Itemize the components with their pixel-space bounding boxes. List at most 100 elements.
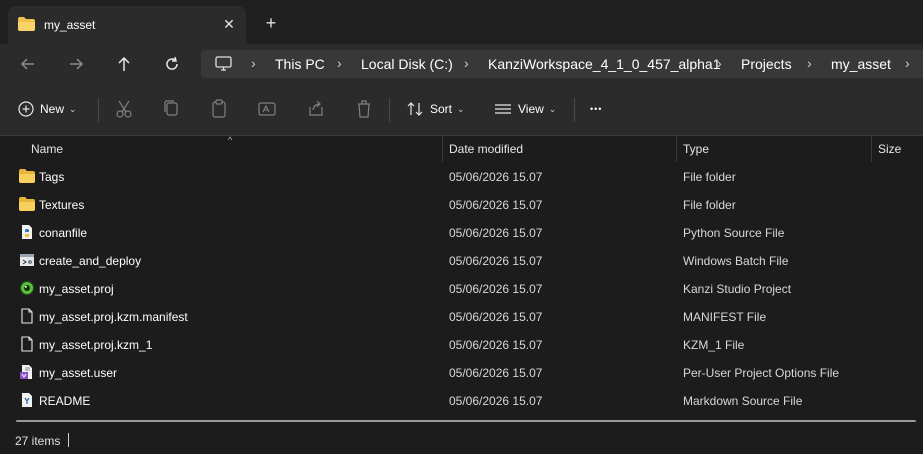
folder-icon	[18, 17, 35, 31]
file-type: MANIFEST File	[683, 310, 767, 324]
toolbar-divider	[574, 98, 575, 122]
chevron-down-icon: ⌄	[457, 103, 465, 114]
column-header-size[interactable]: Size	[878, 142, 901, 156]
file-name: my_asset.proj	[39, 282, 114, 296]
toolbar-divider	[389, 98, 390, 122]
new-tab-icon[interactable]: +	[262, 14, 280, 32]
breadcrumb-separator[interactable]: ›	[337, 55, 342, 71]
sort-icon	[407, 102, 423, 116]
batch-file-icon	[20, 254, 34, 266]
tab-strip: my_asset ✕ +	[0, 0, 923, 44]
file-name: my_asset.proj.kzm_1	[39, 338, 153, 352]
file-name: my_asset.proj.kzm.manifest	[39, 310, 188, 324]
view-button[interactable]: View ⌄	[494, 98, 556, 120]
status-bar: 27 items	[0, 428, 923, 454]
breadcrumb-separator[interactable]: ›	[807, 55, 812, 71]
file-row[interactable]: create_and_deploy 05/06/2026 15.07 Windo…	[0, 246, 923, 274]
close-tab-icon[interactable]: ✕	[220, 15, 238, 33]
file-name: create_and_deploy	[39, 254, 142, 268]
breadcrumb-my-asset[interactable]: my_asset	[831, 56, 891, 72]
file-date: 05/06/2026 15.07	[449, 366, 543, 380]
user-options-file-icon	[20, 365, 32, 379]
file-row[interactable]: README 05/06/2026 15.07 Markdown Source …	[0, 386, 923, 414]
column-divider[interactable]	[442, 136, 443, 162]
breadcrumb-separator[interactable]: ›	[717, 55, 722, 71]
new-label: New	[40, 102, 65, 116]
address-bar[interactable]: › This PC › Local Disk (C:) › KanziWorks…	[201, 50, 923, 78]
paste-icon[interactable]	[210, 98, 228, 120]
column-header-row: ^ Name Date modified Type Size	[0, 135, 923, 162]
column-divider[interactable]	[676, 136, 677, 162]
folder-icon	[19, 197, 35, 211]
refresh-icon[interactable]	[162, 54, 182, 74]
plus-circle-icon	[18, 101, 34, 117]
sort-label: Sort	[430, 102, 453, 116]
navigation-bar: › This PC › Local Disk (C:) › KanziWorks…	[0, 44, 923, 84]
column-header-type[interactable]: Type	[683, 142, 709, 156]
file-date: 05/06/2026 15.07	[449, 310, 543, 324]
breadcrumb-projects[interactable]: Projects	[741, 56, 792, 72]
folder-icon	[19, 169, 35, 183]
share-icon[interactable]	[307, 98, 325, 120]
file-row[interactable]: Tags 05/06/2026 15.07 File folder	[0, 162, 923, 190]
column-divider[interactable]	[871, 136, 872, 162]
tab-my-asset[interactable]: my_asset ✕	[8, 6, 246, 44]
breadcrumb-separator[interactable]: ›	[905, 55, 910, 71]
kanzi-project-icon	[19, 280, 35, 296]
file-row[interactable]: my_asset.proj.kzm.manifest 05/06/2026 15…	[0, 302, 923, 330]
horizontal-scrollbar[interactable]	[16, 420, 916, 422]
file-name: conanfile	[39, 226, 88, 240]
file-date: 05/06/2026 15.07	[449, 226, 543, 240]
python-file-icon	[22, 225, 32, 239]
file-type: Kanzi Studio Project	[683, 282, 792, 296]
computer-icon	[215, 56, 232, 71]
markdown-file-icon	[22, 393, 32, 407]
column-header-name[interactable]: Name	[31, 142, 63, 156]
more-options-icon[interactable]: •••	[590, 98, 602, 120]
breadcrumb-local-disk[interactable]: Local Disk (C:)	[361, 56, 453, 72]
forward-arrow-icon[interactable]	[66, 54, 86, 74]
file-type: File folder	[683, 198, 736, 212]
sort-ascending-icon: ^	[228, 135, 233, 145]
cut-icon[interactable]	[115, 98, 133, 120]
file-icon	[21, 336, 33, 352]
sort-button[interactable]: Sort ⌄	[406, 98, 465, 120]
file-name: my_asset.user	[39, 366, 118, 380]
file-name: Textures	[39, 198, 85, 212]
column-header-date-modified[interactable]: Date modified	[449, 142, 523, 156]
chevron-down-icon: ⌄	[69, 103, 77, 114]
copy-icon[interactable]	[162, 98, 180, 120]
file-date: 05/06/2026 15.07	[449, 170, 543, 184]
file-type: File folder	[683, 170, 736, 184]
delete-icon[interactable]	[355, 98, 373, 120]
file-type: Python Source File	[683, 226, 785, 240]
chevron-down-icon: ⌄	[548, 103, 557, 114]
breadcrumb-kanzi-workspace[interactable]: KanziWorkspace_4_1_0_457_alpha1	[488, 56, 720, 72]
breadcrumb-this-pc[interactable]: This PC	[275, 56, 325, 72]
file-row[interactable]: my_asset.proj 05/06/2026 15.07 Kanzi Stu…	[0, 274, 923, 302]
rename-icon[interactable]	[258, 98, 276, 120]
file-date: 05/06/2026 15.07	[449, 338, 543, 352]
file-type: Windows Batch File	[683, 254, 789, 268]
tab-title: my_asset	[44, 18, 96, 32]
back-arrow-icon[interactable]	[18, 54, 38, 74]
new-button[interactable]: New ⌄	[18, 98, 77, 120]
breadcrumb-separator[interactable]: ›	[464, 55, 469, 71]
view-list-icon	[495, 104, 511, 114]
command-bar: New ⌄ Sort ⌄ View ⌄ •••	[0, 84, 923, 136]
file-date: 05/06/2026 15.07	[449, 254, 543, 268]
file-row[interactable]: my_asset.proj.kzm_1 05/06/2026 15.07 KZM…	[0, 330, 923, 358]
file-type: Per-User Project Options File	[683, 366, 840, 380]
file-type: KZM_1 File	[683, 338, 745, 352]
file-row[interactable]: my_asset.user 05/06/2026 15.07 Per-User …	[0, 358, 923, 386]
file-name: README	[39, 394, 91, 408]
breadcrumb-separator[interactable]: ›	[251, 55, 256, 71]
file-row[interactable]: Textures 05/06/2026 15.07 File folder	[0, 190, 923, 218]
up-arrow-icon[interactable]	[114, 54, 134, 74]
toolbar-divider	[98, 98, 99, 122]
view-label: View	[518, 102, 544, 116]
file-row[interactable]: conanfile 05/06/2026 15.07 Python Source…	[0, 218, 923, 246]
file-list: Tags 05/06/2026 15.07 File folder Textur…	[0, 162, 923, 414]
file-type: Markdown Source File	[683, 394, 803, 408]
file-date: 05/06/2026 15.07	[449, 282, 543, 296]
